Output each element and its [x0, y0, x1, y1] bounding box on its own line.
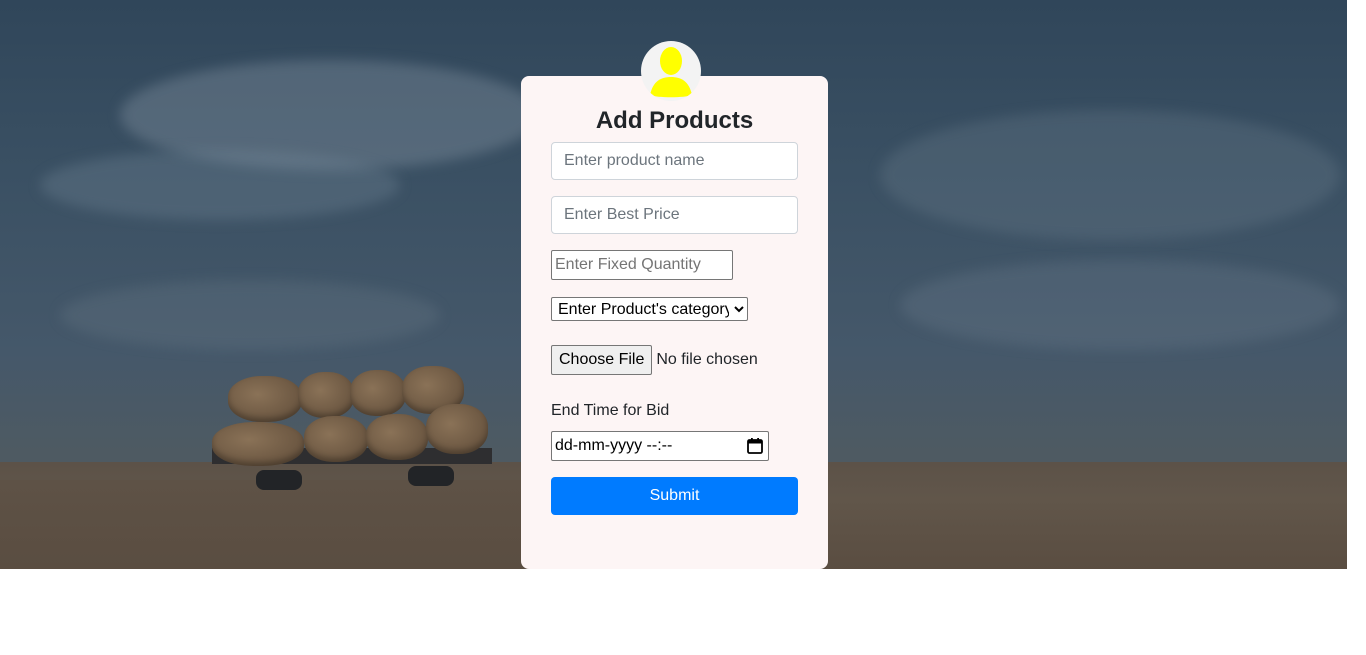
hay-bale [228, 376, 302, 422]
cloud [880, 110, 1340, 240]
cloud [900, 260, 1340, 350]
field [0, 480, 560, 569]
fixed-quantity-input[interactable] [551, 250, 733, 280]
cloud [40, 150, 400, 220]
product-name-input[interactable] [551, 142, 798, 180]
file-status-text: No file chosen [656, 351, 758, 368]
hay-bale [304, 416, 368, 462]
cloud [60, 280, 440, 350]
calendar-icon[interactable] [746, 437, 764, 455]
hay-bale [366, 414, 428, 460]
hay-bale [298, 372, 354, 418]
hay-bale [212, 422, 304, 466]
hay-bale [350, 370, 406, 416]
choose-file-button[interactable]: Choose File [551, 345, 653, 375]
datetime-value: dd-mm-yyyy --:-- [555, 437, 673, 454]
trailer-wheel [408, 466, 454, 486]
submit-button[interactable]: Submit [551, 477, 798, 515]
best-price-input[interactable] [551, 196, 798, 234]
form-title: Add Products [595, 107, 754, 134]
trailer-wheel [256, 470, 302, 490]
product-category-select[interactable]: Enter Product's category [551, 297, 748, 321]
user-silhouette-icon [641, 41, 701, 101]
hay-bale [426, 404, 488, 454]
end-time-datetime-input[interactable]: dd-mm-yyyy --:-- [551, 431, 769, 461]
end-time-label: End Time for Bid [551, 402, 670, 419]
file-upload: Choose File No file chosen [551, 345, 758, 375]
